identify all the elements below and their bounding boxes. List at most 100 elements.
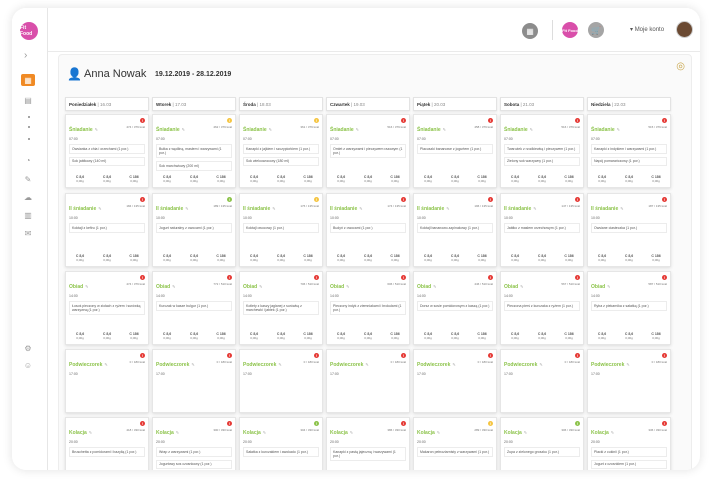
pencil-icon[interactable]: ✎ — [365, 362, 368, 367]
meal-card[interactable]: Obiad ✎! 14:00 606 / 510 kcal Pieczony indyk… — [326, 271, 410, 345]
pencil-icon[interactable]: ✎ — [269, 127, 272, 132]
meal-card[interactable]: II śniadanie ✎! 10:00 187 / 135 kcal Owsiane… — [587, 193, 671, 267]
cart-icon[interactable]: 🛒 — [588, 22, 604, 38]
pencil-icon[interactable]: ✎ — [533, 206, 536, 211]
meal-item[interactable]: Owsiane ciasteczka (1 por.) — [591, 223, 667, 233]
pencil-icon[interactable]: ✎ — [433, 284, 436, 289]
pencil-icon[interactable]: ✎ — [626, 362, 629, 367]
pencil-icon[interactable]: ✎ — [617, 127, 620, 132]
meal-item[interactable]: Kanapki z indykiem i warzywami (1 por.) — [591, 144, 667, 154]
mail-icon[interactable]: ✉ — [21, 227, 35, 239]
meal-card[interactable]: Kolacja ✎! 20:00 300 / 330 kcal Wrap z warzy… — [152, 417, 236, 470]
meal-item[interactable]: Jogurtowy sos czosnkowy (1 por.) — [156, 459, 232, 469]
pencil-icon[interactable]: ✎ — [443, 127, 446, 132]
pencil-icon[interactable]: ✎ — [356, 127, 359, 132]
chevron-right-icon[interactable]: › — [24, 50, 27, 61]
meal-card[interactable]: Śniadanie ✎! 07:00 515 / 379 kcal Kanapki z … — [587, 114, 671, 188]
meal-card[interactable]: Kolacja ✎! 20:00 289 / 330 kcal Makaron pełn… — [413, 417, 497, 470]
pencil-icon[interactable]: ✎ — [182, 127, 185, 132]
meal-card[interactable]: Podwieczorek ✎! 17:00 0 / 180 kcal — [413, 349, 497, 413]
meal-item[interactable]: Koktajl owocowy (1 por.) — [243, 223, 319, 233]
meal-card[interactable]: Kolacja ✎! 20:00 386 / 330 kcal Kanapki z pa… — [326, 417, 410, 470]
pencil-icon[interactable]: ✎ — [176, 430, 179, 435]
avatar[interactable] — [676, 21, 693, 38]
pencil-icon[interactable]: ✎ — [259, 284, 262, 289]
meal-card[interactable]: Kolacja ✎! 20:00 304 / 330 kcal Sałatka z ku… — [239, 417, 323, 470]
meal-item[interactable]: Omlet z warzywami i pieczywem razowym (1… — [330, 144, 406, 158]
meal-card[interactable]: Podwieczorek ✎! 17:00 0 / 180 kcal — [152, 349, 236, 413]
pencil-icon[interactable]: ✎ — [98, 206, 101, 211]
meal-card[interactable]: Śniadanie ✎! 07:00 516 / 379 kcal Twarożek z… — [500, 114, 584, 188]
meal-card[interactable]: Kolacja ✎! 20:00 306 / 330 kcal Zupa z zielo… — [500, 417, 584, 470]
users-icon[interactable]: ☺ — [21, 359, 35, 371]
meal-item[interactable]: Napój pomarańczowy (1 por.) — [591, 156, 667, 166]
meal-card[interactable]: Śniadanie ✎! 07:00 462 / 379 kcal Bułka z wę… — [152, 114, 236, 188]
meal-item[interactable]: Zupa z zielonego groszku (1 por.) — [504, 447, 580, 457]
pencil-icon[interactable]: ✎ — [359, 206, 362, 211]
pencil-icon[interactable]: ✎ — [89, 430, 92, 435]
meal-item[interactable]: Placki z cukinii (1 por.) — [591, 447, 667, 457]
meal-card[interactable]: Śniadanie ✎! 07:00 361 / 379 kcal Kanapki z … — [239, 114, 323, 188]
pencil-icon[interactable]: ✎ — [21, 173, 35, 185]
pencil-icon[interactable]: ✎ — [272, 206, 275, 211]
meal-item[interactable]: Dorsz w sosie pomidorowym z kaszą (1 por… — [417, 301, 493, 311]
pencil-icon[interactable]: ✎ — [104, 362, 107, 367]
meal-item[interactable]: Twarożek z rzodkiewką i pieczywem (1 por… — [504, 144, 580, 154]
meal-item[interactable]: Pieczona pierś z kurczaka z ryżem (1 por… — [504, 301, 580, 311]
meal-item[interactable]: Koktajl z kefiru (1 por.) — [69, 223, 145, 233]
meal-item[interactable]: Sok marchwiowy (200 ml) — [156, 161, 232, 171]
meal-card[interactable]: Kolacja ✎! 20:00 418 / 330 kcal Bruschetta z… — [65, 417, 149, 470]
grid-icon[interactable]: ▦ — [21, 74, 35, 86]
meal-card[interactable]: Obiad ✎! 14:00 446 / 510 kcal Dorsz w sosie … — [413, 271, 497, 345]
pencil-icon[interactable]: ✎ — [350, 430, 353, 435]
calendar-icon[interactable]: ▦ — [522, 23, 538, 39]
meal-card[interactable]: II śniadanie ✎! 10:00 189 / 135 kcal Jogurt … — [152, 193, 236, 267]
meal-item[interactable]: Koktajl bananowo-szpinakowy (1 por.) — [417, 223, 493, 233]
meal-item[interactable]: Sałatka z kurczakiem i awokado (1 por.) — [243, 447, 319, 457]
pencil-icon[interactable]: ✎ — [611, 430, 614, 435]
meal-item[interactable]: Kurczak w kasze bulgur (1 por.) — [156, 301, 232, 311]
calendar-icon[interactable]: ▤ — [21, 94, 35, 106]
meal-card[interactable]: II śniadanie ✎! 10:00 184 / 135 kcal Koktajl… — [65, 193, 149, 267]
account-menu[interactable]: ▾ Moje konto — [630, 26, 664, 33]
coins-icon[interactable]: ◎ — [676, 61, 685, 72]
pencil-icon[interactable]: ✎ — [530, 127, 533, 132]
meal-card[interactable]: Podwieczorek ✎! 17:00 0 / 180 kcal — [500, 349, 584, 413]
meal-card[interactable]: Obiad ✎! 14:00 772 / 510 kcal Kurczak w kasz… — [152, 271, 236, 345]
meal-card[interactable]: II śniadanie ✎! 10:00 196 / 135 kcal Koktajl… — [413, 193, 497, 267]
gear-icon[interactable]: ⚙ — [21, 342, 35, 354]
pencil-icon[interactable]: ✎ — [437, 430, 440, 435]
meal-card[interactable]: Podwieczorek ✎! 17:00 0 / 180 kcal — [239, 349, 323, 413]
pencil-icon[interactable]: ✎ — [620, 206, 623, 211]
meal-card[interactable]: Śniadanie ✎! 07:00 458 / 379 kcal Placuszki … — [413, 114, 497, 188]
pencil-icon[interactable]: ✎ — [278, 362, 281, 367]
meal-item[interactable]: Bruschetta z pomidorami i bazylią (1 por… — [69, 447, 145, 457]
meal-card[interactable]: II śniadanie ✎! 10:00 176 / 135 kcal Koktajl… — [239, 193, 323, 267]
pencil-icon[interactable]: ✎ — [607, 284, 610, 289]
brand-logo[interactable]: Fit Food — [20, 22, 38, 40]
pencil-icon[interactable]: ✎ — [263, 430, 266, 435]
meal-item[interactable]: Jabłko z masłem orzechowym (1 por.) — [504, 223, 580, 233]
pencil-icon[interactable]: ✎ — [185, 206, 188, 211]
pencil-icon[interactable]: ✎ — [85, 284, 88, 289]
pencil-icon[interactable]: ✎ — [452, 362, 455, 367]
meal-card[interactable]: Podwieczorek ✎! 17:00 0 / 180 kcal — [587, 349, 671, 413]
meal-item[interactable]: Jogurt naturalny z owocami (1 por.) — [156, 223, 232, 233]
pie-icon[interactable]: ◔ — [21, 154, 35, 166]
meal-card[interactable]: Obiad ✎! 14:00 567 / 510 kcal Pieczona pierś… — [500, 271, 584, 345]
meal-card[interactable]: Śniadanie ✎! 07:00 516 / 379 kcal Omlet z wa… — [326, 114, 410, 188]
meal-card[interactable]: Śniadanie ✎! 07:00 474 / 379 kcal Owsianka z… — [65, 114, 149, 188]
meal-card[interactable]: Kolacja ✎! 20:00 336 / 330 kcal Placki z cuk… — [587, 417, 671, 470]
meal-item[interactable]: Placuszki bananowe z jogurtem (1 por.) — [417, 144, 493, 154]
brand-logo[interactable]: Fit Food — [562, 22, 578, 38]
meal-card[interactable]: Obiad ✎! 14:00 474 / 379 kcal Łosoś pieczony… — [65, 271, 149, 345]
meal-card[interactable]: Obiad ✎! 14:00 587 / 510 kcal Ryba z piekarn… — [587, 271, 671, 345]
pencil-icon[interactable]: ✎ — [520, 284, 523, 289]
meal-item[interactable]: Makaron pełnoziarnisty z warzywami (1 po… — [417, 447, 493, 457]
meal-item[interactable]: Kotlety z kaszy jaglanej z surówką z mar… — [243, 301, 319, 315]
pencil-icon[interactable]: ✎ — [446, 206, 449, 211]
pencil-icon[interactable]: ✎ — [524, 430, 527, 435]
meal-card[interactable]: Podwieczorek ✎! 17:00 0 / 180 kcal — [65, 349, 149, 413]
pencil-icon[interactable]: ✎ — [539, 362, 542, 367]
meal-item[interactable]: Zielony sok warzywny (1 por.) — [504, 156, 580, 166]
